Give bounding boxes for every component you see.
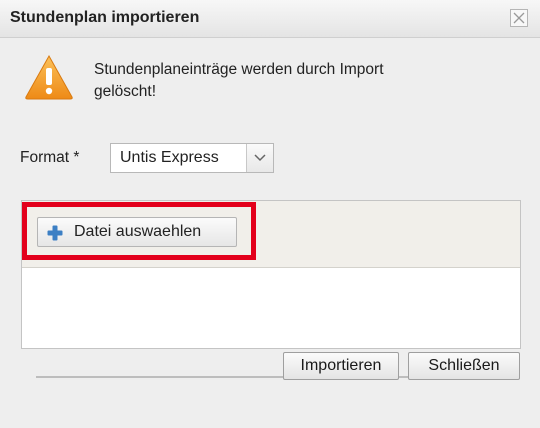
close-dialog-button[interactable]: Schließen [408,352,520,380]
upload-panel: Datei auswaehlen [21,200,521,349]
dialog-title: Stundenplan importieren [10,9,200,26]
highlight-annotation [22,202,256,260]
dialog-titlebar[interactable]: Stundenplan importieren [0,0,540,38]
import-dialog: Stundenplan importieren Stundenplaneintr… [0,0,540,428]
format-select[interactable]: Untis Express [110,143,274,173]
warning-message-line2: gelöscht! [94,83,157,100]
upload-toolbar: Datei auswaehlen [22,201,520,268]
close-icon [513,12,525,24]
close-button[interactable] [510,9,528,27]
warning-message-line1: Stundenplaneinträge werden durch Import [94,61,384,78]
chevron-down-icon [254,154,266,162]
warning-message: Stundenplaneinträge werden durch Import … [94,59,494,103]
warning-triangle-icon [25,54,73,100]
import-button[interactable]: Importieren [283,352,399,380]
format-dropdown-button[interactable] [246,144,273,172]
format-selected-value: Untis Express [120,149,219,166]
format-label: Format * [20,149,80,166]
